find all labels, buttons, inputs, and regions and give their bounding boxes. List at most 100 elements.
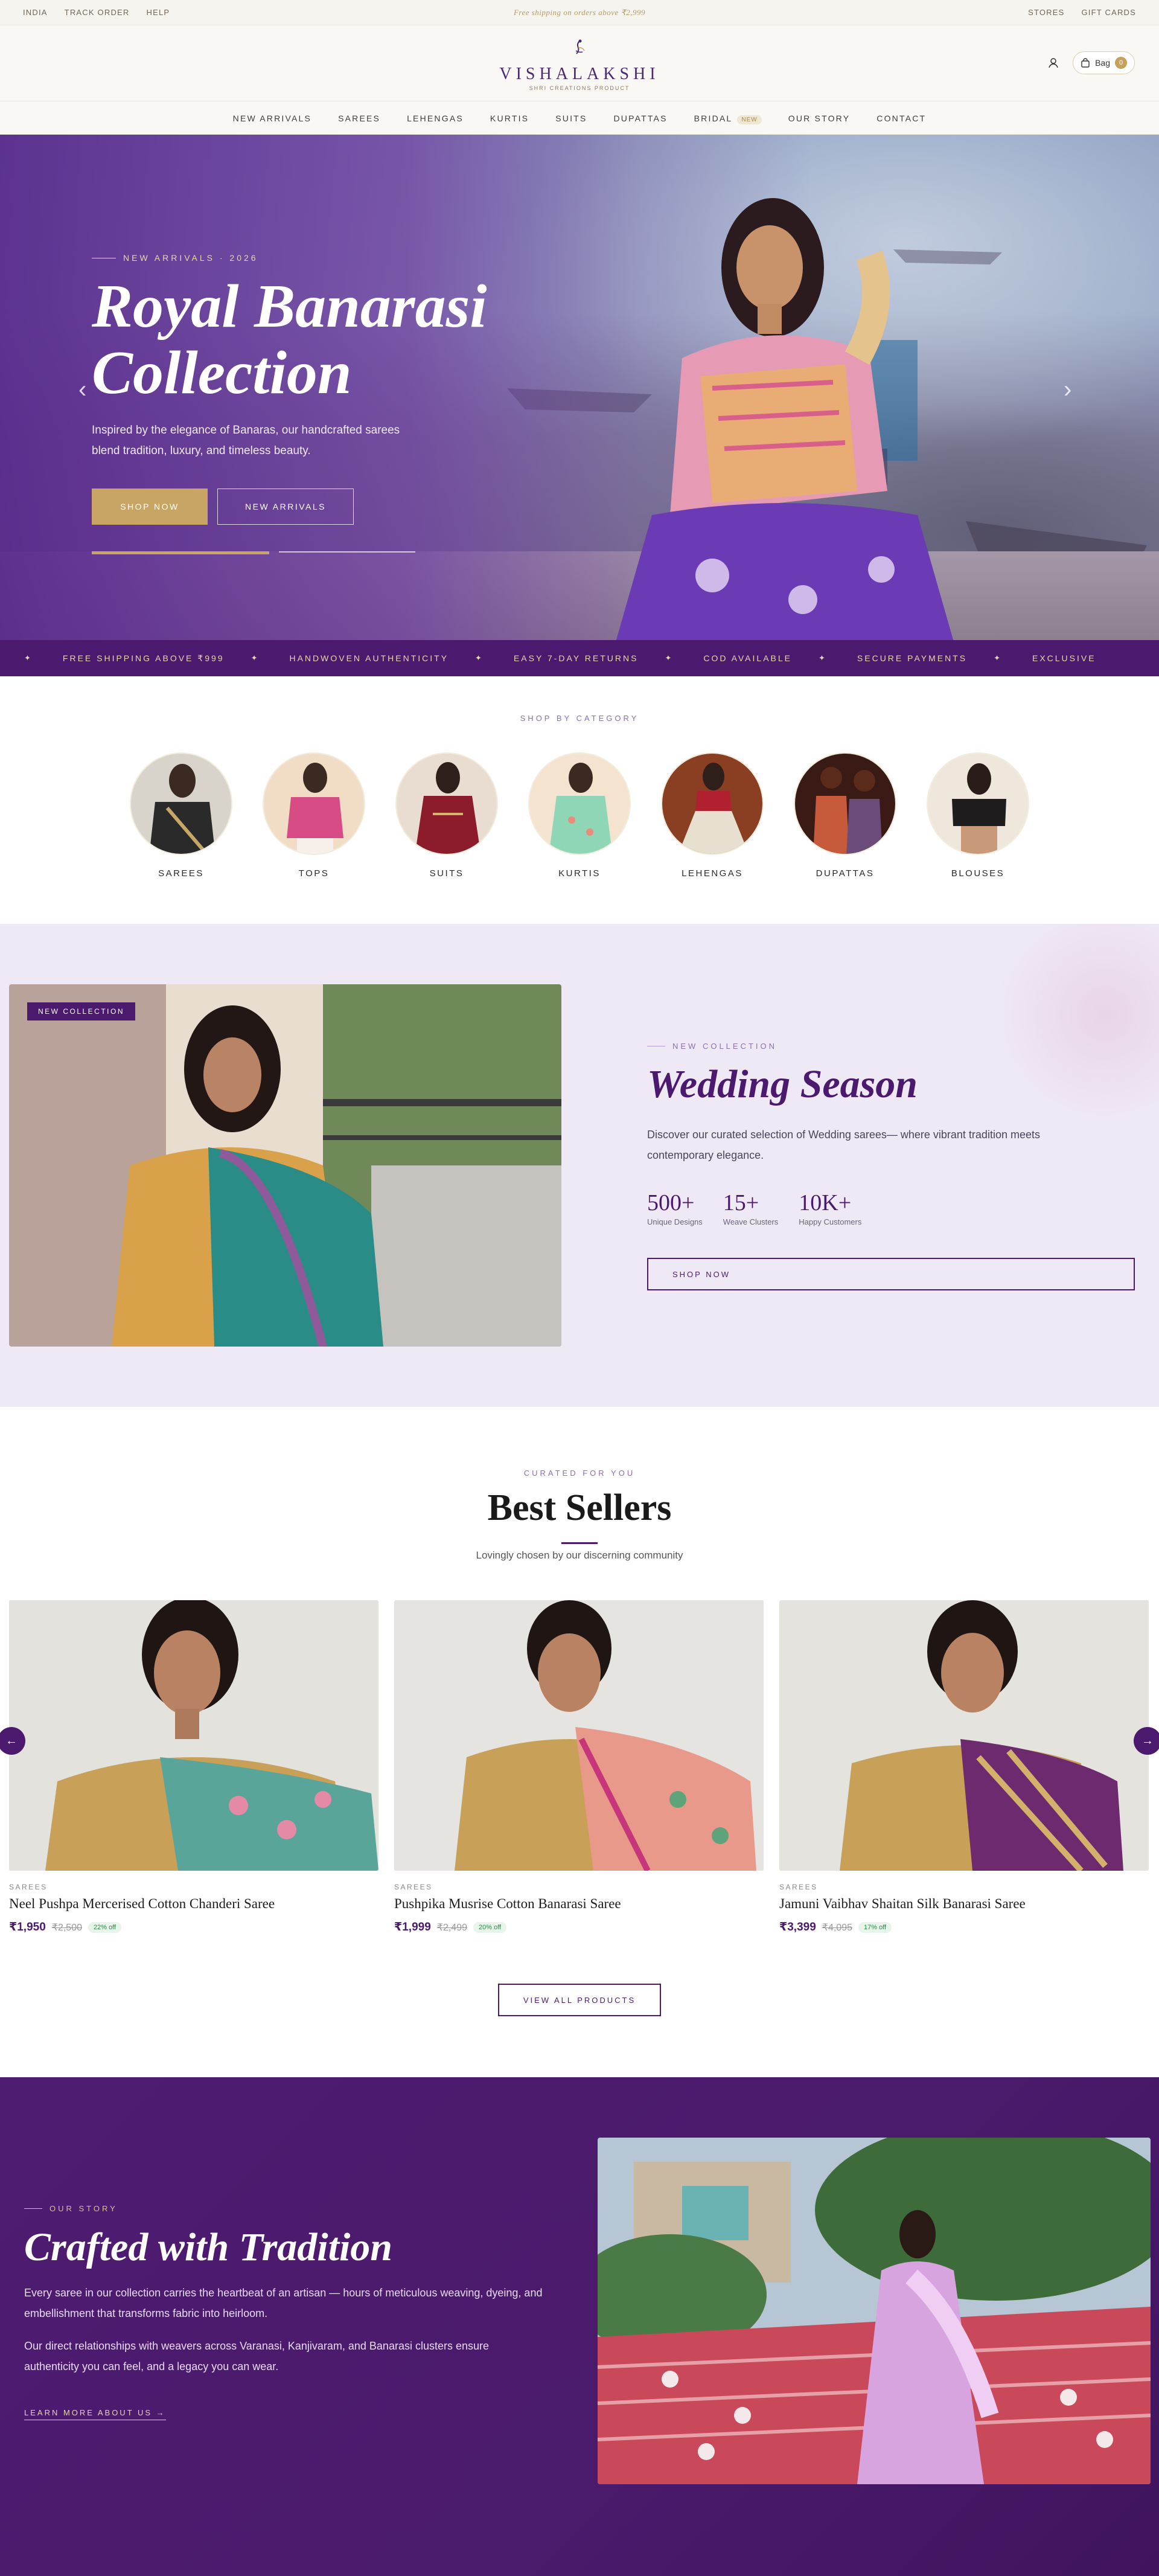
site-header: VISHALAKSHI SHRI CREATIONS PRODUCT Bag 0 bbox=[0, 25, 1159, 101]
product-card[interactable]: SAREES Pushpika Musrise Cotton Banarasi … bbox=[394, 1600, 764, 1934]
hero-shop-now-button[interactable]: SHOP NOW bbox=[92, 489, 208, 525]
carousel-next-arrow-icon[interactable]: → bbox=[1134, 1727, 1159, 1755]
category-label: TOPS bbox=[298, 868, 330, 879]
wedding-title: Wedding Season bbox=[647, 1062, 918, 1106]
product-price-row: ₹1,999 ₹2,499 20% off bbox=[394, 1920, 764, 1934]
wedding-eyebrow: NEW COLLECTION bbox=[647, 1042, 777, 1051]
marquee-item: EXCLUSIVE bbox=[1032, 653, 1096, 663]
product-image[interactable] bbox=[779, 1600, 1149, 1871]
category-image bbox=[263, 752, 365, 855]
category-label: SUITS bbox=[429, 868, 464, 879]
wedding-collection-image[interactable] bbox=[9, 984, 561, 1347]
category-image bbox=[794, 752, 896, 855]
marquee-item: SECURE PAYMENTS bbox=[857, 653, 968, 663]
category-label: LEHENGAS bbox=[682, 868, 743, 879]
main-nav: NEW ARRIVALS SAREES LEHENGAS KURTIS SUIT… bbox=[0, 101, 1159, 135]
product-price: ₹1,950 bbox=[9, 1921, 46, 1934]
learn-more-link[interactable]: LEARN MORE ABOUT US → bbox=[24, 2408, 166, 2420]
hero-new-arrivals-button[interactable]: NEW ARRIVALS bbox=[217, 489, 354, 525]
category-label: SAREES bbox=[158, 868, 204, 879]
new-badge: NEW bbox=[737, 115, 762, 124]
category-image bbox=[395, 752, 498, 855]
category-eyebrow: SHOP BY CATEGORY bbox=[520, 714, 639, 723]
star-icon: ✦ bbox=[665, 653, 674, 662]
story-eyebrow: OUR STORY bbox=[24, 2204, 118, 2213]
story-paragraph: Every saree in our collection carries th… bbox=[24, 2287, 543, 2319]
hero-next-arrow-icon[interactable]: › bbox=[1064, 376, 1071, 403]
nav-item-new-arrivals[interactable]: NEW ARRIVALS bbox=[233, 114, 311, 123]
shop-by-category: SHOP BY CATEGORY SAREES TOPS SUITS KURTI… bbox=[0, 676, 1159, 924]
promo-text: Free shipping on orders above ₹2,999 bbox=[513, 8, 646, 17]
view-all-products-button[interactable]: VIEW ALL PRODUCTS bbox=[498, 1984, 661, 2016]
utility-link-gift-cards[interactable]: GIFT CARDS bbox=[1082, 8, 1137, 17]
category-sarees[interactable]: SAREES bbox=[115, 752, 247, 879]
discount-badge: 22% off bbox=[88, 1921, 122, 1933]
nav-item-contact[interactable]: CONTACT bbox=[876, 114, 926, 123]
bag-label: Bag bbox=[1095, 58, 1110, 68]
category-suits[interactable]: SUITS bbox=[380, 752, 513, 879]
stat-weave-clusters: 15+ Weave Clusters bbox=[723, 1190, 779, 1226]
discount-badge: 20% off bbox=[473, 1921, 507, 1933]
product-mrp: ₹4,095 bbox=[822, 1922, 852, 1933]
product-card[interactable]: SAREES Neel Pushpa Mercerised Cotton Cha… bbox=[9, 1600, 378, 1934]
product-card[interactable]: SAREES Jamuni Vaibhav Shaitan Silk Banar… bbox=[779, 1600, 1149, 1934]
product-image[interactable] bbox=[9, 1600, 378, 1871]
hero-model-image bbox=[616, 198, 954, 640]
star-icon: ✦ bbox=[475, 653, 484, 662]
utility-link-stores[interactable]: STORES bbox=[1028, 8, 1064, 17]
hero-slide-indicator-active[interactable] bbox=[92, 551, 269, 554]
product-title[interactable]: Jamuni Vaibhav Shaitan Silk Banarasi Sar… bbox=[779, 1896, 1149, 1912]
best-sellers-section: CURATED FOR YOU Best Sellers Lovingly ch… bbox=[0, 1407, 1159, 2077]
hero-eyebrow: NEW ARRIVALS · 2026 bbox=[92, 253, 258, 263]
brand-name: VISHALAKSHI bbox=[499, 65, 660, 83]
user-icon[interactable] bbox=[1047, 57, 1059, 69]
decorative-glow bbox=[990, 924, 1159, 1129]
our-story-section: OUR STORY Crafted with Tradition Every s… bbox=[0, 2077, 1159, 2576]
star-icon: ✦ bbox=[24, 653, 33, 662]
stat-unique-designs: 500+ Unique Designs bbox=[647, 1190, 703, 1226]
nav-item-kurtis[interactable]: KURTIS bbox=[490, 114, 529, 123]
category-lehengas[interactable]: LEHENGAS bbox=[646, 752, 779, 879]
marquee-item: EASY 7-DAY RETURNS bbox=[513, 653, 639, 663]
product-category: SAREES bbox=[779, 1883, 818, 1891]
category-label: KURTIS bbox=[558, 868, 601, 879]
best-sellers-eyebrow: CURATED FOR YOU bbox=[523, 1469, 636, 1478]
hero-slide-indicator[interactable] bbox=[279, 551, 415, 553]
category-blouses[interactable]: BLOUSES bbox=[912, 752, 1044, 879]
category-dupattas[interactable]: DUPATTAS bbox=[779, 752, 912, 879]
product-category: SAREES bbox=[394, 1883, 433, 1891]
header-actions: Bag 0 bbox=[1047, 51, 1135, 74]
utility-right-links: STORES GIFT CARDS bbox=[1028, 8, 1136, 17]
category-kurtis[interactable]: KURTIS bbox=[513, 752, 646, 879]
brand-subtitle: SHRI CREATIONS PRODUCT bbox=[529, 85, 630, 91]
product-image[interactable] bbox=[394, 1600, 764, 1871]
nav-item-sarees[interactable]: SAREES bbox=[338, 114, 380, 123]
nav-item-our-story[interactable]: OUR STORY bbox=[788, 114, 851, 123]
product-title[interactable]: Pushpika Musrise Cotton Banarasi Saree bbox=[394, 1896, 764, 1912]
discount-badge: 17% off bbox=[858, 1921, 892, 1933]
marquee-item: HANDWOVEN AUTHENTICITY bbox=[289, 653, 449, 663]
brand-logo[interactable]: VISHALAKSHI SHRI CREATIONS PRODUCT bbox=[489, 39, 670, 91]
wedding-shop-now-button[interactable]: SHOP NOW bbox=[647, 1258, 1135, 1290]
category-label: DUPATTAS bbox=[816, 868, 875, 879]
category-image bbox=[661, 752, 764, 855]
story-image bbox=[598, 2138, 1151, 2484]
wedding-season-section: NEW COLLECTION NEW COLLECTION Wedding Se… bbox=[0, 924, 1159, 1407]
best-sellers-title: Best Sellers bbox=[487, 1487, 672, 1528]
product-mrp: ₹2,499 bbox=[436, 1922, 467, 1933]
product-title[interactable]: Neel Pushpa Mercerised Cotton Chanderi S… bbox=[9, 1896, 378, 1912]
wedding-stats: 500+ Unique Designs 15+ Weave Clusters 1… bbox=[647, 1190, 861, 1226]
hero-title: Royal Banarasi Collection bbox=[92, 272, 487, 407]
marquee-item: COD AVAILABLE bbox=[703, 653, 792, 663]
nav-item-suits[interactable]: SUITS bbox=[555, 114, 587, 123]
star-icon: ✦ bbox=[994, 653, 1002, 662]
bag-button[interactable]: Bag 0 bbox=[1073, 51, 1135, 74]
product-category: SAREES bbox=[9, 1883, 48, 1891]
title-underline bbox=[561, 1542, 598, 1544]
nav-item-bridal[interactable]: BRIDAL NEW bbox=[694, 114, 762, 124]
nav-item-dupattas[interactable]: DUPATTAS bbox=[613, 114, 667, 123]
peacock-logo-icon bbox=[575, 39, 585, 54]
nav-item-lehengas[interactable]: LEHENGAS bbox=[407, 114, 464, 123]
hero-prev-arrow-icon[interactable]: ‹ bbox=[78, 376, 86, 403]
category-tops[interactable]: TOPS bbox=[247, 752, 380, 879]
